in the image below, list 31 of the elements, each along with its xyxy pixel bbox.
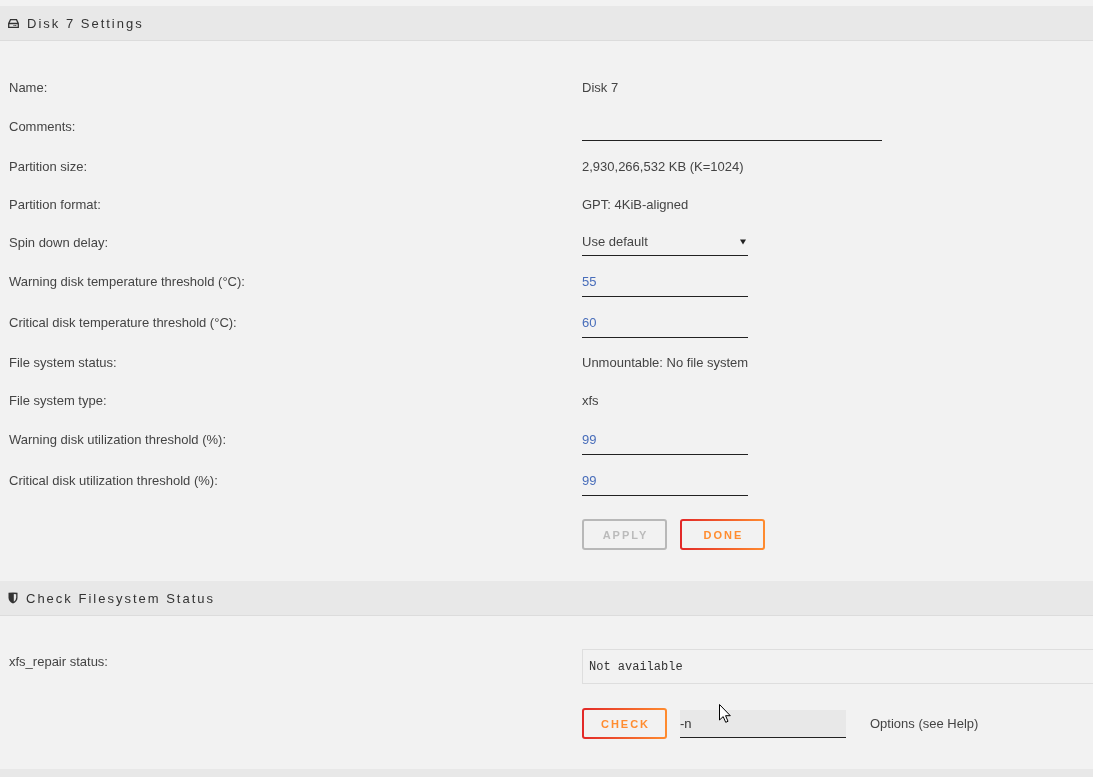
status-output: Not available (582, 649, 1093, 684)
threshold-input[interactable]: 55 (582, 266, 748, 297)
shield-icon (8, 592, 18, 604)
hard-drive-icon (8, 18, 19, 28)
field-label: Partition format: (9, 196, 101, 212)
threshold-input[interactable]: 99 (582, 465, 748, 496)
section-title: Check Filesystem Status (26, 590, 216, 606)
field-label: Comments: (9, 119, 76, 134)
options-input[interactable]: -n (680, 709, 846, 738)
spin-down-select[interactable]: Use default (582, 228, 748, 256)
field-label: Partition size: (9, 158, 88, 174)
threshold-input[interactable]: 60 (582, 307, 748, 338)
field-value: 2,930,266,532 KB (K=1024) (582, 158, 744, 174)
field-label: Spin down delay: (9, 234, 108, 250)
field-label: Warning disk temperature threshold (°C): (9, 274, 245, 289)
field-label: Name: (9, 79, 48, 95)
field-label: File system type: (9, 392, 107, 408)
field-value: xfs (582, 392, 599, 408)
field-label: Critical disk utilization threshold (%): (9, 473, 218, 488)
field-value: GPT: 4KiB-aligned (582, 196, 689, 212)
field-value: Unmountable: No file system (582, 354, 749, 370)
mouse-pointer-icon (719, 704, 731, 723)
caret-icon (740, 238, 746, 245)
threshold-input[interactable]: 99 (582, 424, 748, 455)
field-label: File system status: (9, 354, 117, 370)
field-value: Disk 7 (582, 79, 619, 95)
field-label: xfs_repair status: (9, 654, 108, 669)
options-hint: Options (see Help) (870, 716, 979, 731)
section-title: Disk 7 Settings (27, 15, 144, 31)
field-label: Critical disk temperature threshold (°C): (9, 315, 237, 330)
field-label: Warning disk utilization threshold (%): (9, 432, 226, 447)
